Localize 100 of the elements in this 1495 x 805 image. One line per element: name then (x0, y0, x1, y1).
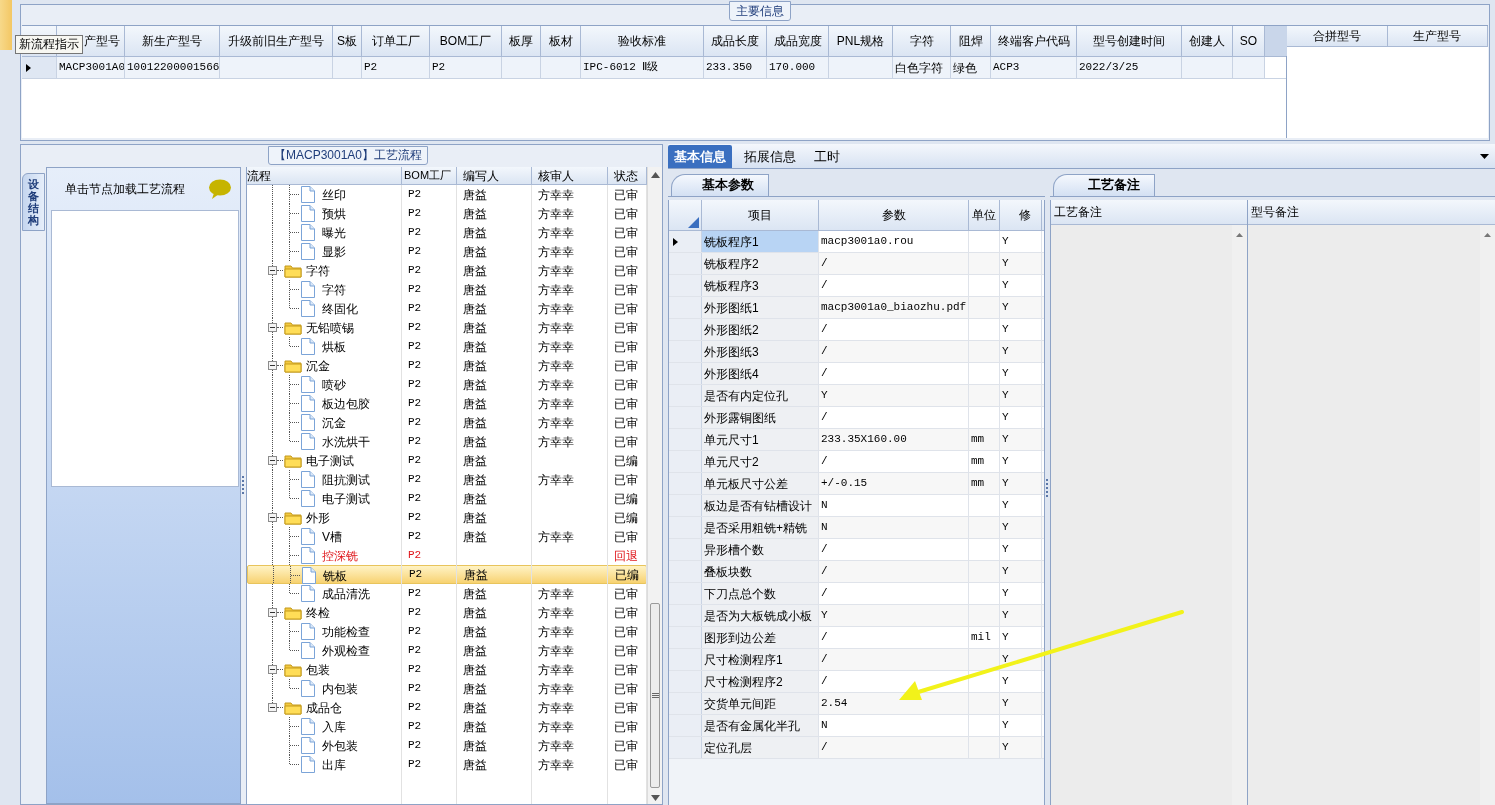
table-cell-text: Y (1002, 630, 1009, 646)
column-header[interactable]: 成品宽度 (767, 26, 829, 56)
column-header[interactable]: 流程 (247, 167, 402, 184)
folder-icon (284, 453, 302, 468)
column-header[interactable]: 修 (1000, 200, 1042, 230)
tree-row[interactable]: 功能检查 P2 唐益 方幸幸 已审 (247, 622, 647, 641)
column-header[interactable]: S板 (333, 26, 362, 56)
column-header[interactable]: 字符 (893, 26, 951, 56)
tree-row[interactable]: 外观检查 P2 唐益 方幸幸 已审 (247, 641, 647, 660)
column-header[interactable]: 升级前旧生产型号 (220, 26, 333, 56)
table-cell-text: 白色字符 (895, 59, 943, 77)
collapse-icon[interactable] (268, 703, 277, 712)
column-header[interactable]: 生产型号 (1387, 26, 1488, 46)
column-header[interactable]: 终端客户代码 (991, 26, 1077, 56)
window-edge (0, 0, 12, 50)
table-cell-text: 外形图纸2 (704, 321, 759, 339)
side-tab[interactable]: 设备结构 (22, 173, 45, 232)
table-cell-text: 已审 (614, 680, 638, 698)
tree-row[interactable]: 电子测试 P2 唐益 已编 (247, 489, 647, 508)
tree-row[interactable]: 成品清洗 P2 唐益 方幸幸 已审 (247, 584, 647, 603)
tree-row[interactable]: 预烘 P2 唐益 方幸幸 已审 (247, 204, 647, 223)
column-header[interactable]: 项目 (702, 200, 819, 230)
tree-row[interactable]: 成品仓 P2 唐益 方幸幸 已审 (247, 698, 647, 717)
splitter-grip-icon (242, 475, 245, 496)
column-header[interactable]: BOM工厂 (430, 26, 502, 56)
panel-tab[interactable]: 工艺备注 (1053, 174, 1155, 196)
tree-row[interactable]: 入库 P2 唐益 方幸幸 已审 (247, 717, 647, 736)
dropdown-icon[interactable] (1480, 154, 1489, 159)
table-cell-text: 唐益 (463, 433, 487, 451)
tree-row[interactable]: V槽 P2 唐益 方幸幸 已审 (247, 527, 647, 546)
column-header[interactable]: BOM工厂 (402, 167, 457, 184)
column-header[interactable]: 订单工厂 (362, 26, 430, 56)
scrollbar[interactable] (647, 167, 662, 804)
collapse-icon[interactable] (268, 361, 277, 370)
collapse-icon[interactable] (268, 456, 277, 465)
tab[interactable]: 工时 (808, 145, 846, 168)
tree-row[interactable]: 外形 P2 唐益 已编 (247, 508, 647, 527)
column-header[interactable]: 工艺备注 (1051, 200, 1247, 225)
tree-row[interactable]: 电子测试 P2 唐益 已编 (247, 451, 647, 470)
tree-row[interactable]: 包装 P2 唐益 方幸幸 已审 (247, 660, 647, 679)
table-cell-text: P2 (408, 206, 422, 222)
tree-row[interactable]: 显影 P2 唐益 方幸幸 已审 (247, 242, 647, 261)
tree-row[interactable]: 阻抗测试 P2 唐益 方幸幸 已审 (247, 470, 647, 489)
column-header[interactable]: 验收标准 (581, 26, 704, 56)
column-header[interactable]: 型号创建时间 (1077, 26, 1182, 56)
scroll-up-icon (650, 172, 660, 178)
column-header[interactable]: 编写人 (457, 167, 532, 184)
tree-row[interactable]: 终固化 P2 唐益 方幸幸 已审 (247, 299, 647, 318)
row-indicator[interactable] (669, 231, 702, 252)
tree-row[interactable]: 沉金 P2 唐益 方幸幸 已审 (247, 356, 647, 375)
column-header[interactable]: PNL规格 (829, 26, 893, 56)
column-header[interactable]: 核审人 (532, 167, 608, 184)
table-cell-text: 方幸幸 (538, 737, 574, 755)
tree-row[interactable]: 沉金 P2 唐益 方幸幸 已审 (247, 413, 647, 432)
collapse-icon[interactable] (268, 513, 277, 522)
tree-row[interactable]: 外包装 P2 唐益 方幸幸 已审 (247, 736, 647, 755)
tree-row[interactable]: 终检 P2 唐益 方幸幸 已审 (247, 603, 647, 622)
tree-label: 水洗烘干 (322, 434, 370, 451)
table-cell-text: 2022/3/25 (1079, 60, 1139, 76)
column-header[interactable]: 合拼型号 (1287, 26, 1388, 46)
tree-row[interactable]: 丝印 P2 唐益 方幸幸 已审 (247, 185, 647, 204)
column-header[interactable]: 板材 (541, 26, 581, 56)
column-header[interactable]: 阻焊 (951, 26, 991, 56)
tree-row[interactable]: 喷砂 P2 唐益 方幸幸 已审 (247, 375, 647, 394)
table-cell-text: P2 (408, 415, 422, 431)
collapse-icon[interactable] (268, 665, 277, 674)
tree-row[interactable]: 内包装 P2 唐益 方幸幸 已审 (247, 679, 647, 698)
tree-row[interactable]: 字符 P2 唐益 方幸幸 已审 (247, 280, 647, 299)
table-cell-text: 方幸幸 (538, 604, 574, 622)
tab[interactable]: 基本信息 (668, 145, 732, 168)
table-cell-text: Y (1002, 608, 1009, 624)
collapse-icon[interactable] (268, 266, 277, 275)
tree-row[interactable]: 水洗烘干 P2 唐益 方幸幸 已审 (247, 432, 647, 451)
note-area[interactable] (1248, 225, 1495, 805)
document-icon (301, 414, 315, 431)
column-header[interactable]: 成品长度 (704, 26, 767, 56)
column-header[interactable]: 型号备注 (1248, 200, 1495, 225)
tree-label: 沉金 (306, 358, 330, 375)
note-area[interactable] (1051, 225, 1247, 805)
table-cell-text: P2 (408, 358, 422, 374)
column-header[interactable]: 板厚 (502, 26, 541, 56)
row-indicator[interactable] (22, 57, 57, 78)
table-cell-text: 已审 (614, 756, 638, 774)
tree-row[interactable]: 板边包胶 P2 唐益 方幸幸 已审 (247, 394, 647, 413)
table-cell-text: 尺寸检测程序1 (704, 651, 783, 669)
column-header[interactable]: 单位 (969, 200, 1000, 230)
header-filler (1265, 26, 1287, 56)
tree-row[interactable]: 无铅喷锡 P2 唐益 方幸幸 已审 (247, 318, 647, 337)
collapse-icon[interactable] (268, 608, 277, 617)
tree-row[interactable]: 烘板 P2 唐益 方幸幸 已审 (247, 337, 647, 356)
tree-row[interactable]: 出库 P2 唐益 方幸幸 已审 (247, 755, 647, 774)
column-header[interactable]: 新生产型号 (125, 26, 220, 56)
tree-row[interactable]: 曝光 P2 唐益 方幸幸 已审 (247, 223, 647, 242)
column-header[interactable]: 创建人 (1182, 26, 1233, 56)
collapse-icon[interactable] (268, 323, 277, 332)
panel-tab[interactable]: 基本参数 (671, 174, 769, 196)
tree-row[interactable]: 铣板 P2 唐益 已编 (247, 565, 647, 584)
tree-row[interactable]: 字符 P2 唐益 方幸幸 已审 (247, 261, 647, 280)
column-header[interactable]: 参数 (819, 200, 969, 230)
tab[interactable]: 拓展信息 (738, 145, 802, 168)
